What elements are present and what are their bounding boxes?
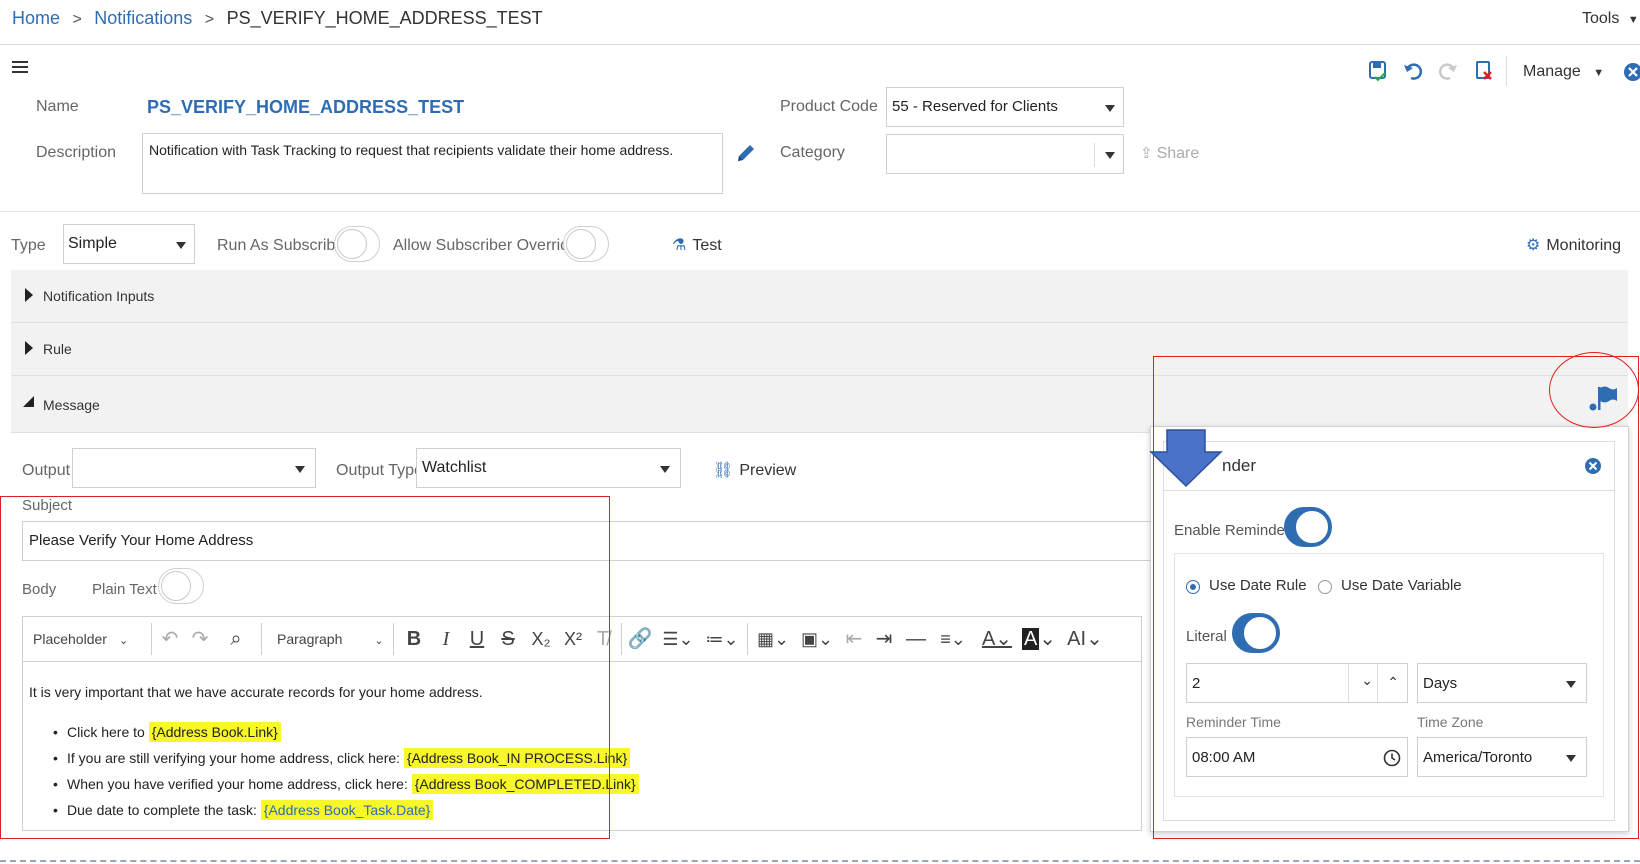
run-as-subscriber-toggle[interactable] xyxy=(334,226,380,262)
preview-button[interactable]: ⛓ Preview xyxy=(713,460,796,480)
flask-icon: ⚗ xyxy=(672,237,687,254)
annotation-box-left xyxy=(0,496,610,839)
name-label: Name xyxy=(36,98,79,115)
font-color-icon[interactable]: A⌄ xyxy=(977,617,1017,661)
section-title: Message xyxy=(43,397,100,413)
caret-down-icon xyxy=(1105,152,1115,159)
product-code-select[interactable]: 55 - Reserved for Clients xyxy=(886,87,1124,127)
delete-icon[interactable] xyxy=(1474,60,1494,82)
share-button[interactable]: ⇪ Share xyxy=(1140,144,1199,163)
font-size-label: AI xyxy=(1067,628,1087,650)
horizontal-line-icon[interactable]: — xyxy=(901,617,931,661)
output-type-label: Output Type xyxy=(336,462,423,479)
output-label: Output xyxy=(22,462,71,479)
caret-down-icon: ▼ xyxy=(1627,14,1639,26)
caret-down-icon xyxy=(176,242,186,249)
font-size-icon[interactable]: AI⌄ xyxy=(1063,617,1107,661)
caret-down-icon xyxy=(23,396,34,407)
run-as-subscriber-label: Run As Subscriber xyxy=(217,237,350,254)
output-select[interactable] xyxy=(72,448,316,488)
divider xyxy=(1094,143,1095,167)
output-type-select[interactable]: Watchlist xyxy=(416,448,681,488)
redo-icon[interactable] xyxy=(1438,62,1458,80)
section-title: Rule xyxy=(43,341,72,357)
annotation-box-right xyxy=(1153,356,1639,839)
breadcrumb-home[interactable]: Home xyxy=(12,8,60,28)
caret-right-icon xyxy=(25,288,33,302)
breadcrumb-separator: > xyxy=(204,11,215,28)
annotation-arrow-icon xyxy=(1149,429,1223,488)
category-select[interactable] xyxy=(886,134,1124,174)
outdent-icon[interactable]: ⇤ xyxy=(841,617,867,661)
manage-menu[interactable]: Manage ▼ xyxy=(1523,63,1604,81)
numbered-list-icon[interactable]: ≔⌄ xyxy=(701,617,743,661)
bullet-list-icon[interactable]: ☰⌄ xyxy=(657,617,699,661)
monitoring-label: Monitoring xyxy=(1546,237,1622,254)
share-label: Share xyxy=(1156,145,1200,162)
edit-pencil-icon[interactable] xyxy=(735,142,755,164)
caret-down-icon: ▼ xyxy=(1593,67,1605,79)
tools-menu[interactable]: Tools ▼ xyxy=(1582,10,1639,28)
caret-right-icon xyxy=(25,341,33,355)
product-code-label: Product Code xyxy=(780,98,878,115)
name-value: PS_VERIFY_HOME_ADDRESS_TEST xyxy=(147,97,465,117)
save-icon[interactable] xyxy=(1368,60,1388,82)
test-label: Test xyxy=(692,237,722,254)
annotation-circle xyxy=(1549,352,1639,428)
type-label: Type xyxy=(11,237,46,254)
background-color-icon[interactable]: A ⌄ xyxy=(1019,617,1059,661)
share-icon: ⇪ xyxy=(1140,145,1153,162)
caret-down-icon xyxy=(1105,105,1115,112)
category-label: Category xyxy=(780,144,845,161)
link-icon[interactable]: 🔗 xyxy=(627,617,653,661)
type-value: Simple xyxy=(68,235,117,252)
indent-icon[interactable]: ⇥ xyxy=(871,617,897,661)
divider xyxy=(621,623,622,655)
tools-label: Tools xyxy=(1582,10,1620,27)
breadcrumb: Home > Notifications > PS_VERIFY_HOME_AD… xyxy=(12,8,543,29)
divider xyxy=(0,860,1640,862)
divider xyxy=(0,211,1640,212)
section-title: Notification Inputs xyxy=(43,288,155,304)
description-label: Description xyxy=(36,144,117,161)
product-code-value: 55 - Reserved for Clients xyxy=(892,98,1058,115)
caret-down-icon xyxy=(660,466,670,473)
breadcrumb-separator: > xyxy=(72,11,82,28)
image-icon[interactable]: ▣⌄ xyxy=(797,617,837,661)
table-icon[interactable]: ▦⌄ xyxy=(753,617,793,661)
test-button[interactable]: ⚗ Test xyxy=(672,235,722,255)
divider xyxy=(1506,56,1507,86)
hamburger-menu-icon[interactable] xyxy=(12,58,28,76)
monitoring-button[interactable]: ⚙ Monitoring xyxy=(1526,235,1621,255)
type-select[interactable]: Simple xyxy=(63,224,195,264)
preview-label: Preview xyxy=(739,462,797,479)
section-notification-inputs[interactable]: Notification Inputs xyxy=(11,270,1628,323)
description-textarea[interactable]: Notification with Task Tracking to reque… xyxy=(142,133,723,194)
caret-down-icon xyxy=(295,466,305,473)
breadcrumb-notifications[interactable]: Notifications xyxy=(94,8,192,28)
align-icon[interactable]: ≡⌄ xyxy=(933,617,973,661)
allow-overrides-label: Allow Subscriber Overrides xyxy=(393,237,586,254)
binoculars-icon: ⛓ xyxy=(713,462,734,479)
gear-icon: ⚙ xyxy=(1526,237,1541,254)
close-icon[interactable] xyxy=(1623,62,1640,82)
output-type-value: Watchlist xyxy=(422,459,487,476)
manage-label: Manage xyxy=(1523,63,1581,80)
breadcrumb-current: PS_VERIFY_HOME_ADDRESS_TEST xyxy=(226,8,543,28)
undo-icon[interactable] xyxy=(1403,62,1423,80)
divider xyxy=(747,623,748,655)
allow-overrides-toggle[interactable] xyxy=(563,226,609,262)
